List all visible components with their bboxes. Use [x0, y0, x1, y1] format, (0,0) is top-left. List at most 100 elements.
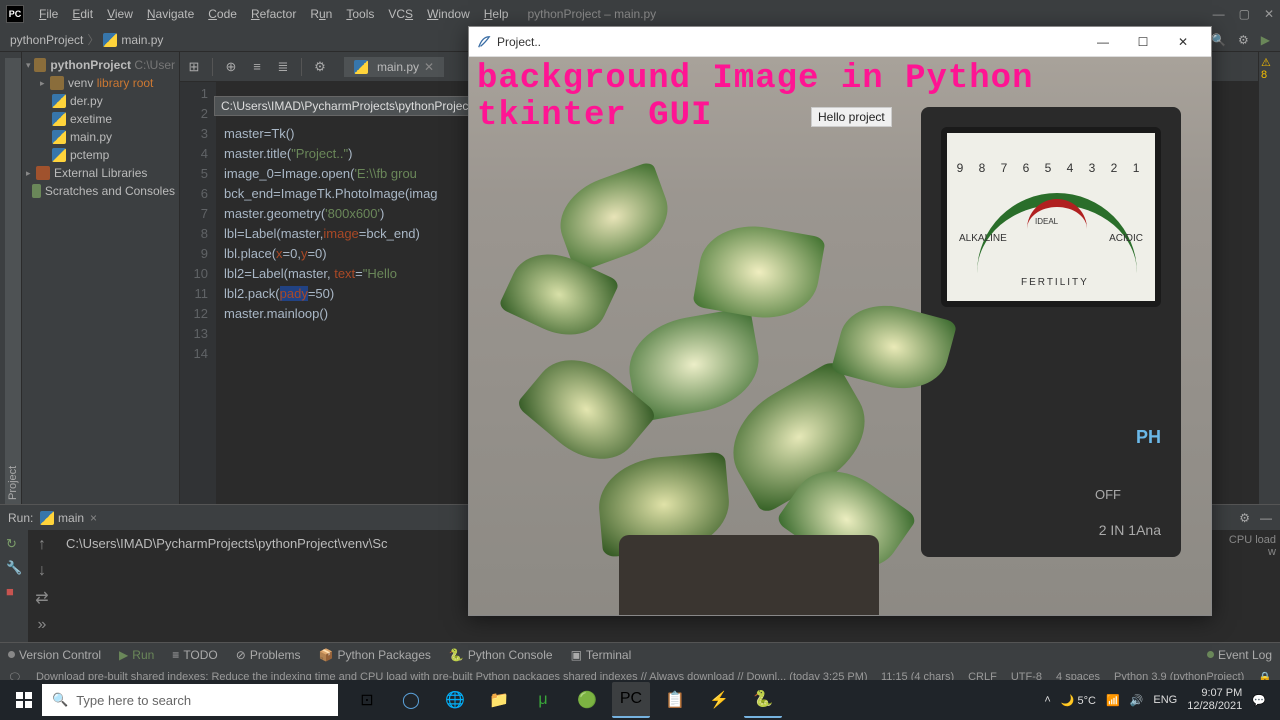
app-icon[interactable]: ⚡	[700, 682, 738, 718]
file-explorer-icon[interactable]: 📁	[480, 682, 518, 718]
breadcrumb-file[interactable]: main.py	[121, 33, 163, 47]
tab-python-packages[interactable]: 📦 Python Packages	[319, 648, 431, 662]
tree-scratches[interactable]: Scratches and Consoles	[22, 182, 179, 200]
pycharm-logo-icon: PC	[6, 5, 24, 23]
python-file-icon	[354, 60, 368, 74]
tkinter-title: Project..	[497, 35, 541, 49]
right-gutter: ⚠ 8	[1258, 52, 1280, 504]
chevron-right-icon: 〉	[87, 31, 99, 48]
run-label: Run:	[8, 511, 33, 525]
wrench-icon[interactable]: 🔧	[6, 560, 22, 576]
tab-run[interactable]: ▶ Run	[119, 648, 154, 662]
cpu-load-label: CPU load w	[1220, 530, 1280, 642]
wrap-icon[interactable]: ⇄	[35, 588, 48, 608]
tree-file[interactable]: der.py	[22, 92, 179, 110]
ide-minimize-icon[interactable]: —	[1213, 7, 1225, 21]
gear-icon[interactable]: ⚙	[1238, 33, 1249, 47]
tab-problems[interactable]: ⊘ Problems	[236, 648, 301, 662]
search-icon: 🔍	[52, 692, 68, 708]
app-icon[interactable]: 📋	[656, 682, 694, 718]
tab-version-control[interactable]: Version Control	[8, 648, 101, 662]
menu-code[interactable]: Code	[201, 7, 244, 21]
tree-venv[interactable]: ▸ venv library root	[22, 74, 179, 92]
tab-python-console[interactable]: 🐍 Python Console	[449, 648, 553, 662]
menu-refactor[interactable]: Refactor	[244, 7, 303, 21]
more-icon[interactable]: »	[38, 616, 47, 634]
leaf-icon	[549, 161, 680, 274]
menu-window[interactable]: Window	[420, 7, 477, 21]
tk-close-icon[interactable]: ✕	[1163, 31, 1203, 53]
menu-tools[interactable]: Tools	[339, 7, 381, 21]
tab-event-log[interactable]: Event Log	[1207, 648, 1272, 662]
breadcrumb-project[interactable]: pythonProject	[10, 33, 83, 47]
utorrent-icon[interactable]: μ	[524, 682, 562, 718]
ide-close-icon[interactable]: ✕	[1264, 7, 1274, 21]
tree-external-libraries[interactable]: ▸External Libraries	[22, 164, 179, 182]
target-icon[interactable]: ⊕	[223, 59, 239, 75]
rerun-icon[interactable]: ↻	[6, 536, 22, 552]
taskbar-search[interactable]: 🔍 Type here to search	[42, 684, 338, 716]
python-taskbar-icon[interactable]: 🐍	[744, 682, 782, 718]
down-icon[interactable]: ↓	[38, 562, 46, 580]
tray-expand-icon[interactable]: ˄	[1044, 694, 1050, 706]
menu-help[interactable]: Help	[477, 7, 516, 21]
menu-run[interactable]: Run	[303, 7, 339, 21]
notification-center-icon[interactable]: 💬	[1252, 694, 1266, 707]
gauge-acidic-label: ACIDIC	[1109, 233, 1143, 244]
tree-file[interactable]: exetime	[22, 110, 179, 128]
search-icon[interactable]: 🔍	[1211, 33, 1226, 47]
stop-icon[interactable]: ■	[6, 584, 22, 600]
tab-todo[interactable]: ≡ TODO	[172, 648, 217, 662]
ide-maximize-icon[interactable]: ▢	[1239, 7, 1250, 21]
menu-vcs[interactable]: VCS	[381, 7, 420, 21]
meter-2in1-label: 2 IN 1Ana	[1099, 522, 1161, 538]
python-file-icon	[52, 94, 66, 108]
run-play-icon[interactable]: ▶	[1261, 33, 1270, 47]
tree-file[interactable]: pctemp	[22, 146, 179, 164]
cortana-icon[interactable]: ◯	[392, 682, 430, 718]
ide-title-bar: PC File Edit View Navigate Code Refactor…	[0, 0, 1280, 28]
python-file-icon	[52, 148, 66, 162]
tk-maximize-icon[interactable]: ☐	[1123, 31, 1163, 53]
ide-window-title: pythonProject – main.py	[527, 7, 656, 21]
weather-icon[interactable]: 🌙 5°C	[1061, 694, 1096, 707]
menu-edit[interactable]: Edit	[65, 7, 100, 21]
tkinter-title-bar[interactable]: Project.. — ☐ ✕	[469, 27, 1211, 57]
tree-project-root[interactable]: ▾ pythonProject C:\User	[22, 56, 179, 74]
folder-icon	[34, 58, 46, 72]
language-icon[interactable]: ENG	[1153, 694, 1177, 706]
line-gutter: 1234567891011121314	[180, 82, 216, 504]
task-view-icon[interactable]: ⊡	[348, 682, 386, 718]
tab-terminal[interactable]: ▣ Terminal	[571, 648, 632, 662]
python-file-icon	[103, 33, 117, 47]
up-icon[interactable]: ↑	[38, 536, 46, 554]
menu-view[interactable]: View	[100, 7, 140, 21]
editor-tab-main[interactable]: main.py ✕	[344, 57, 444, 77]
inspection-badge[interactable]: ⚠ 8	[1261, 56, 1280, 81]
menu-file[interactable]: File	[32, 7, 65, 21]
gear-icon[interactable]: ⚙	[1239, 511, 1250, 525]
project-tool-tab[interactable]: Project	[5, 58, 21, 504]
scratch-icon	[32, 184, 41, 198]
menu-navigate[interactable]: Navigate	[140, 7, 201, 21]
run-config-name[interactable]: main	[58, 511, 84, 525]
expand-icon[interactable]: ≡	[249, 59, 265, 75]
python-file-icon	[40, 511, 54, 525]
volume-icon[interactable]: 🔊	[1130, 694, 1144, 707]
collapse-icon[interactable]: ≣	[275, 59, 291, 75]
start-button[interactable]	[6, 682, 42, 718]
tk-minimize-icon[interactable]: —	[1083, 31, 1123, 53]
project-tree: ▾ pythonProject C:\User ▸ venv library r…	[22, 52, 180, 504]
tkinter-label-hello: Hello project	[811, 107, 892, 127]
chrome-icon[interactable]: 🟢	[568, 682, 606, 718]
pycharm-taskbar-icon[interactable]: PC	[612, 682, 650, 718]
close-tab-icon[interactable]: ✕	[424, 60, 434, 74]
gear-icon[interactable]: ⚙	[312, 59, 328, 75]
taskbar-clock[interactable]: 9:07 PM12/28/2021	[1187, 687, 1242, 713]
edge-icon[interactable]: 🌐	[436, 682, 474, 718]
meter-ph-label: PH	[1136, 427, 1161, 448]
wifi-icon[interactable]: 📶	[1106, 694, 1120, 707]
select-open-file-icon[interactable]: ⊞	[186, 59, 202, 75]
tkinter-window[interactable]: Project.. — ☐ ✕ background Image in Pyth…	[468, 26, 1212, 616]
tree-file[interactable]: main.py	[22, 128, 179, 146]
